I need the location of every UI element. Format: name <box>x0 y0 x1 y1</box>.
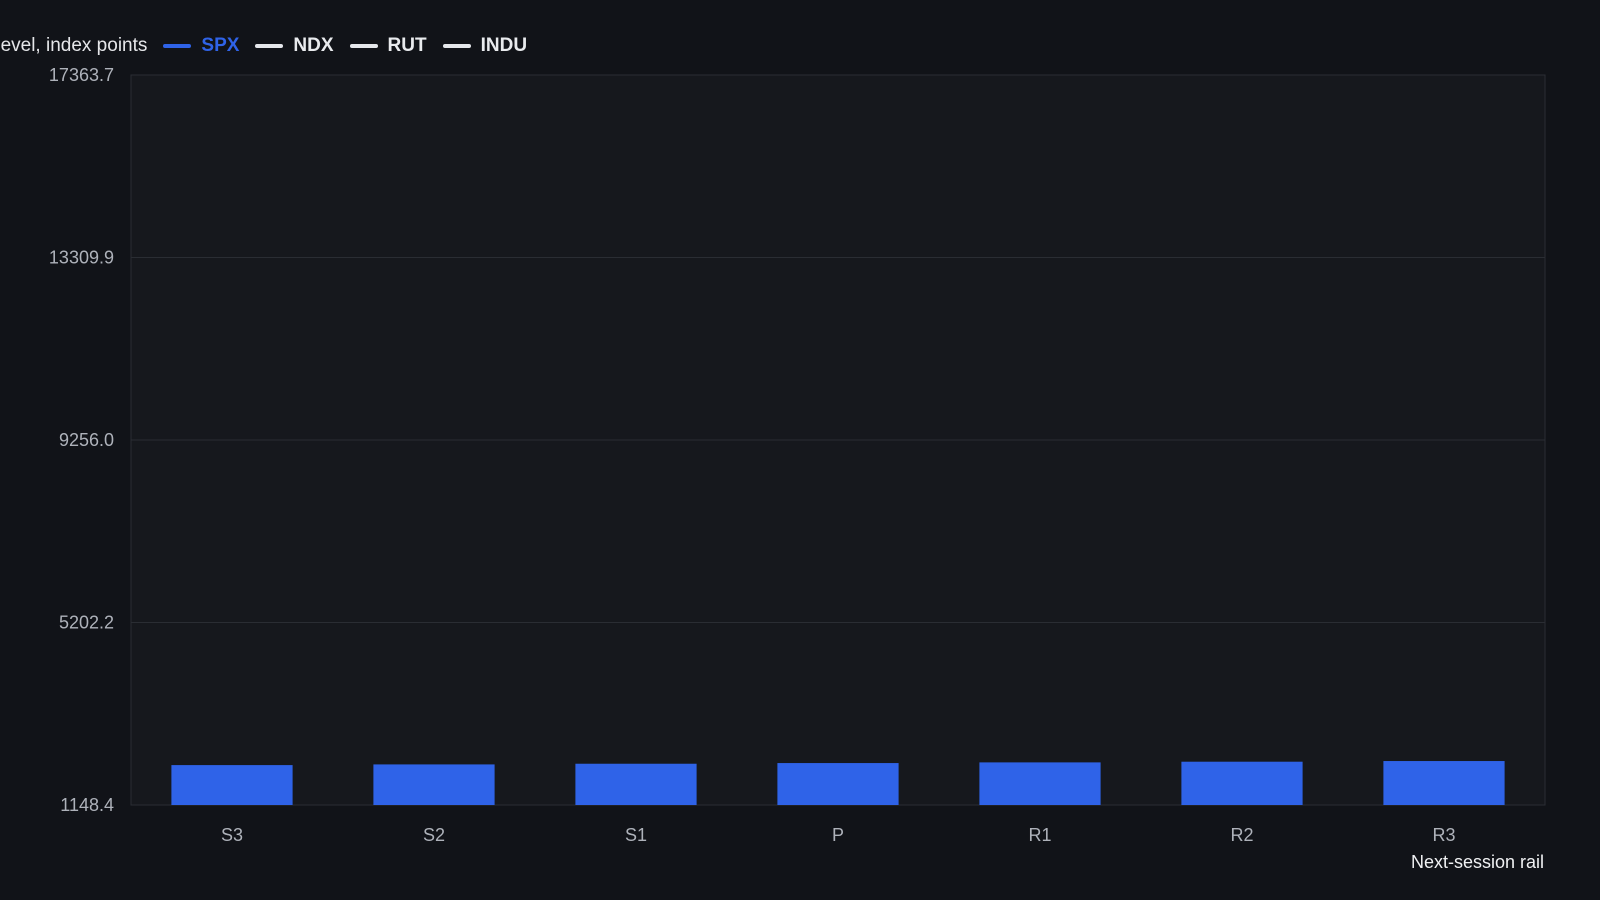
bar-s2 <box>373 764 495 805</box>
y-tick-label: 1148.4 <box>60 795 114 815</box>
y-tick-label: 9256.0 <box>59 430 114 450</box>
x-tick-label: S3 <box>221 825 243 845</box>
chart: Level, index points SPX NDX RUT INDU 173… <box>0 0 1600 900</box>
legend-item-spx[interactable]: SPX <box>163 35 239 57</box>
bar-p <box>777 763 899 805</box>
bar-r1 <box>979 762 1101 805</box>
x-tick-label: S1 <box>625 825 647 845</box>
legend-swatch-rut <box>349 44 378 48</box>
x-tick-label: R2 <box>1230 825 1253 845</box>
legend-label-ndx: NDX <box>293 35 334 56</box>
legend-swatch-indu <box>442 44 471 48</box>
bar-r2 <box>1181 761 1303 805</box>
legend-item-indu[interactable]: INDU <box>442 35 528 57</box>
x-tick-label: S2 <box>423 825 445 845</box>
bar-r3 <box>1383 761 1505 805</box>
y-tick-label: 13309.9 <box>49 247 114 267</box>
plot-svg: 17363.7 13309.9 9256.0 5202.2 1148.4 S3 S2 S1 P R… <box>49 65 1546 845</box>
legend: Level, index points SPX NDX RUT INDU <box>0 32 527 60</box>
legend-item-ndx[interactable]: NDX <box>255 35 334 57</box>
x-tick-label: R3 <box>1432 825 1455 845</box>
legend-swatch-spx <box>163 44 192 48</box>
legend-label-indu: INDU <box>480 35 528 56</box>
legend-item-rut[interactable]: RUT <box>349 35 427 57</box>
y-tick-label: 5202.2 <box>59 613 114 633</box>
x-tick-label: R1 <box>1028 825 1051 845</box>
x-tick-label: P <box>832 825 844 845</box>
bar-s3 <box>171 765 293 805</box>
y-axis-label: Level, index points <box>0 35 148 56</box>
legend-swatch-ndx <box>255 44 284 48</box>
legend-label-rut: RUT <box>387 35 427 56</box>
legend-label-spx: SPX <box>201 35 240 56</box>
y-tick-label: 17363.7 <box>49 65 114 85</box>
x-axis-label: Next-session rail <box>1410 852 1544 872</box>
bar-s1 <box>575 763 697 805</box>
